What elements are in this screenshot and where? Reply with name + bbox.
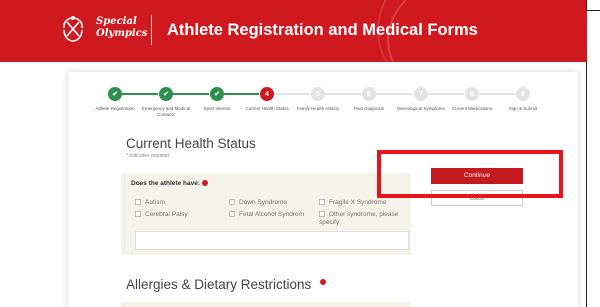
checkbox-icon[interactable] xyxy=(319,211,325,217)
step-number: 7 xyxy=(414,87,428,101)
question-label: Does the athlete have: xyxy=(131,180,208,187)
step-past-diagnosis[interactable]: 6 Past Diagnosis xyxy=(339,87,399,112)
checkbox-icon[interactable] xyxy=(229,211,235,217)
logo-line-2: Olympics xyxy=(96,28,148,39)
checkbox-icon[interactable] xyxy=(135,211,141,217)
allergies-panel xyxy=(121,302,411,307)
checkbox-fragile-x[interactable]: Fragile X Syndrome xyxy=(319,199,386,207)
checkbox-label: Other syndrome, please specify xyxy=(319,211,399,226)
highlight-box xyxy=(377,150,563,198)
section-title-allergies: Allergies & Dietary Restrictions xyxy=(126,277,312,292)
checkbox-icon[interactable] xyxy=(229,199,235,205)
section-title: Current Health Status xyxy=(126,136,256,151)
frame-line xyxy=(586,0,587,10)
checkbox-icon[interactable] xyxy=(135,199,141,205)
logo-line-1: Special xyxy=(96,16,137,27)
frame-line xyxy=(586,10,600,11)
question-text: Does the athlete have: xyxy=(131,180,200,187)
step-number: 6 xyxy=(362,87,376,101)
step-sign-and-submit[interactable]: 9 Sign & Submit xyxy=(493,87,553,112)
special-olympics-logo-icon xyxy=(63,16,83,42)
app-title: Athlete Registration and Medical Forms xyxy=(167,21,478,39)
checkbox-cerebral-palsy[interactable]: Cerebral Palsy xyxy=(135,211,188,219)
logo-wordmark: Special Olympics xyxy=(96,16,147,40)
checkbox-label: Fragile X Syndrome xyxy=(329,199,387,206)
checkbox-down-syndrome[interactable]: Down Syndrome xyxy=(229,199,287,207)
required-icon xyxy=(320,279,326,285)
step-number: 8 xyxy=(465,87,479,101)
checkbox-label: Down Syndrome xyxy=(239,199,288,206)
step-number: 9 xyxy=(516,87,530,101)
checkbox-label: Fetal Alcohol Syndrom xyxy=(239,211,305,218)
step-number: 4 xyxy=(260,87,274,101)
required-icon xyxy=(202,180,208,186)
checkbox-autism[interactable]: Autism xyxy=(135,199,165,207)
checkbox-fetal-alcohol[interactable]: Fetal Alcohol Syndrom xyxy=(229,211,304,219)
check-icon: ✔ xyxy=(108,87,122,101)
step-label: Sign & Submit xyxy=(508,106,538,111)
checkbox-label: Cerebral Palsy xyxy=(145,211,188,218)
checkbox-label: Autism xyxy=(145,199,165,206)
required-note: * Indicates required xyxy=(126,153,170,159)
frame-line xyxy=(586,62,587,307)
header-bar: Special Olympics Athlete Registration an… xyxy=(0,0,587,62)
checkbox-icon[interactable] xyxy=(319,199,325,205)
checkbox-other-syndrome[interactable]: Other syndrome, please specify xyxy=(319,211,409,226)
header-divider xyxy=(151,15,152,45)
step-label: Past Diagnosis xyxy=(353,106,384,111)
check-icon: ✔ xyxy=(159,87,173,101)
step-number: 5 xyxy=(311,87,325,101)
check-icon: ✔ xyxy=(210,87,224,101)
specify-input[interactable] xyxy=(135,231,409,250)
